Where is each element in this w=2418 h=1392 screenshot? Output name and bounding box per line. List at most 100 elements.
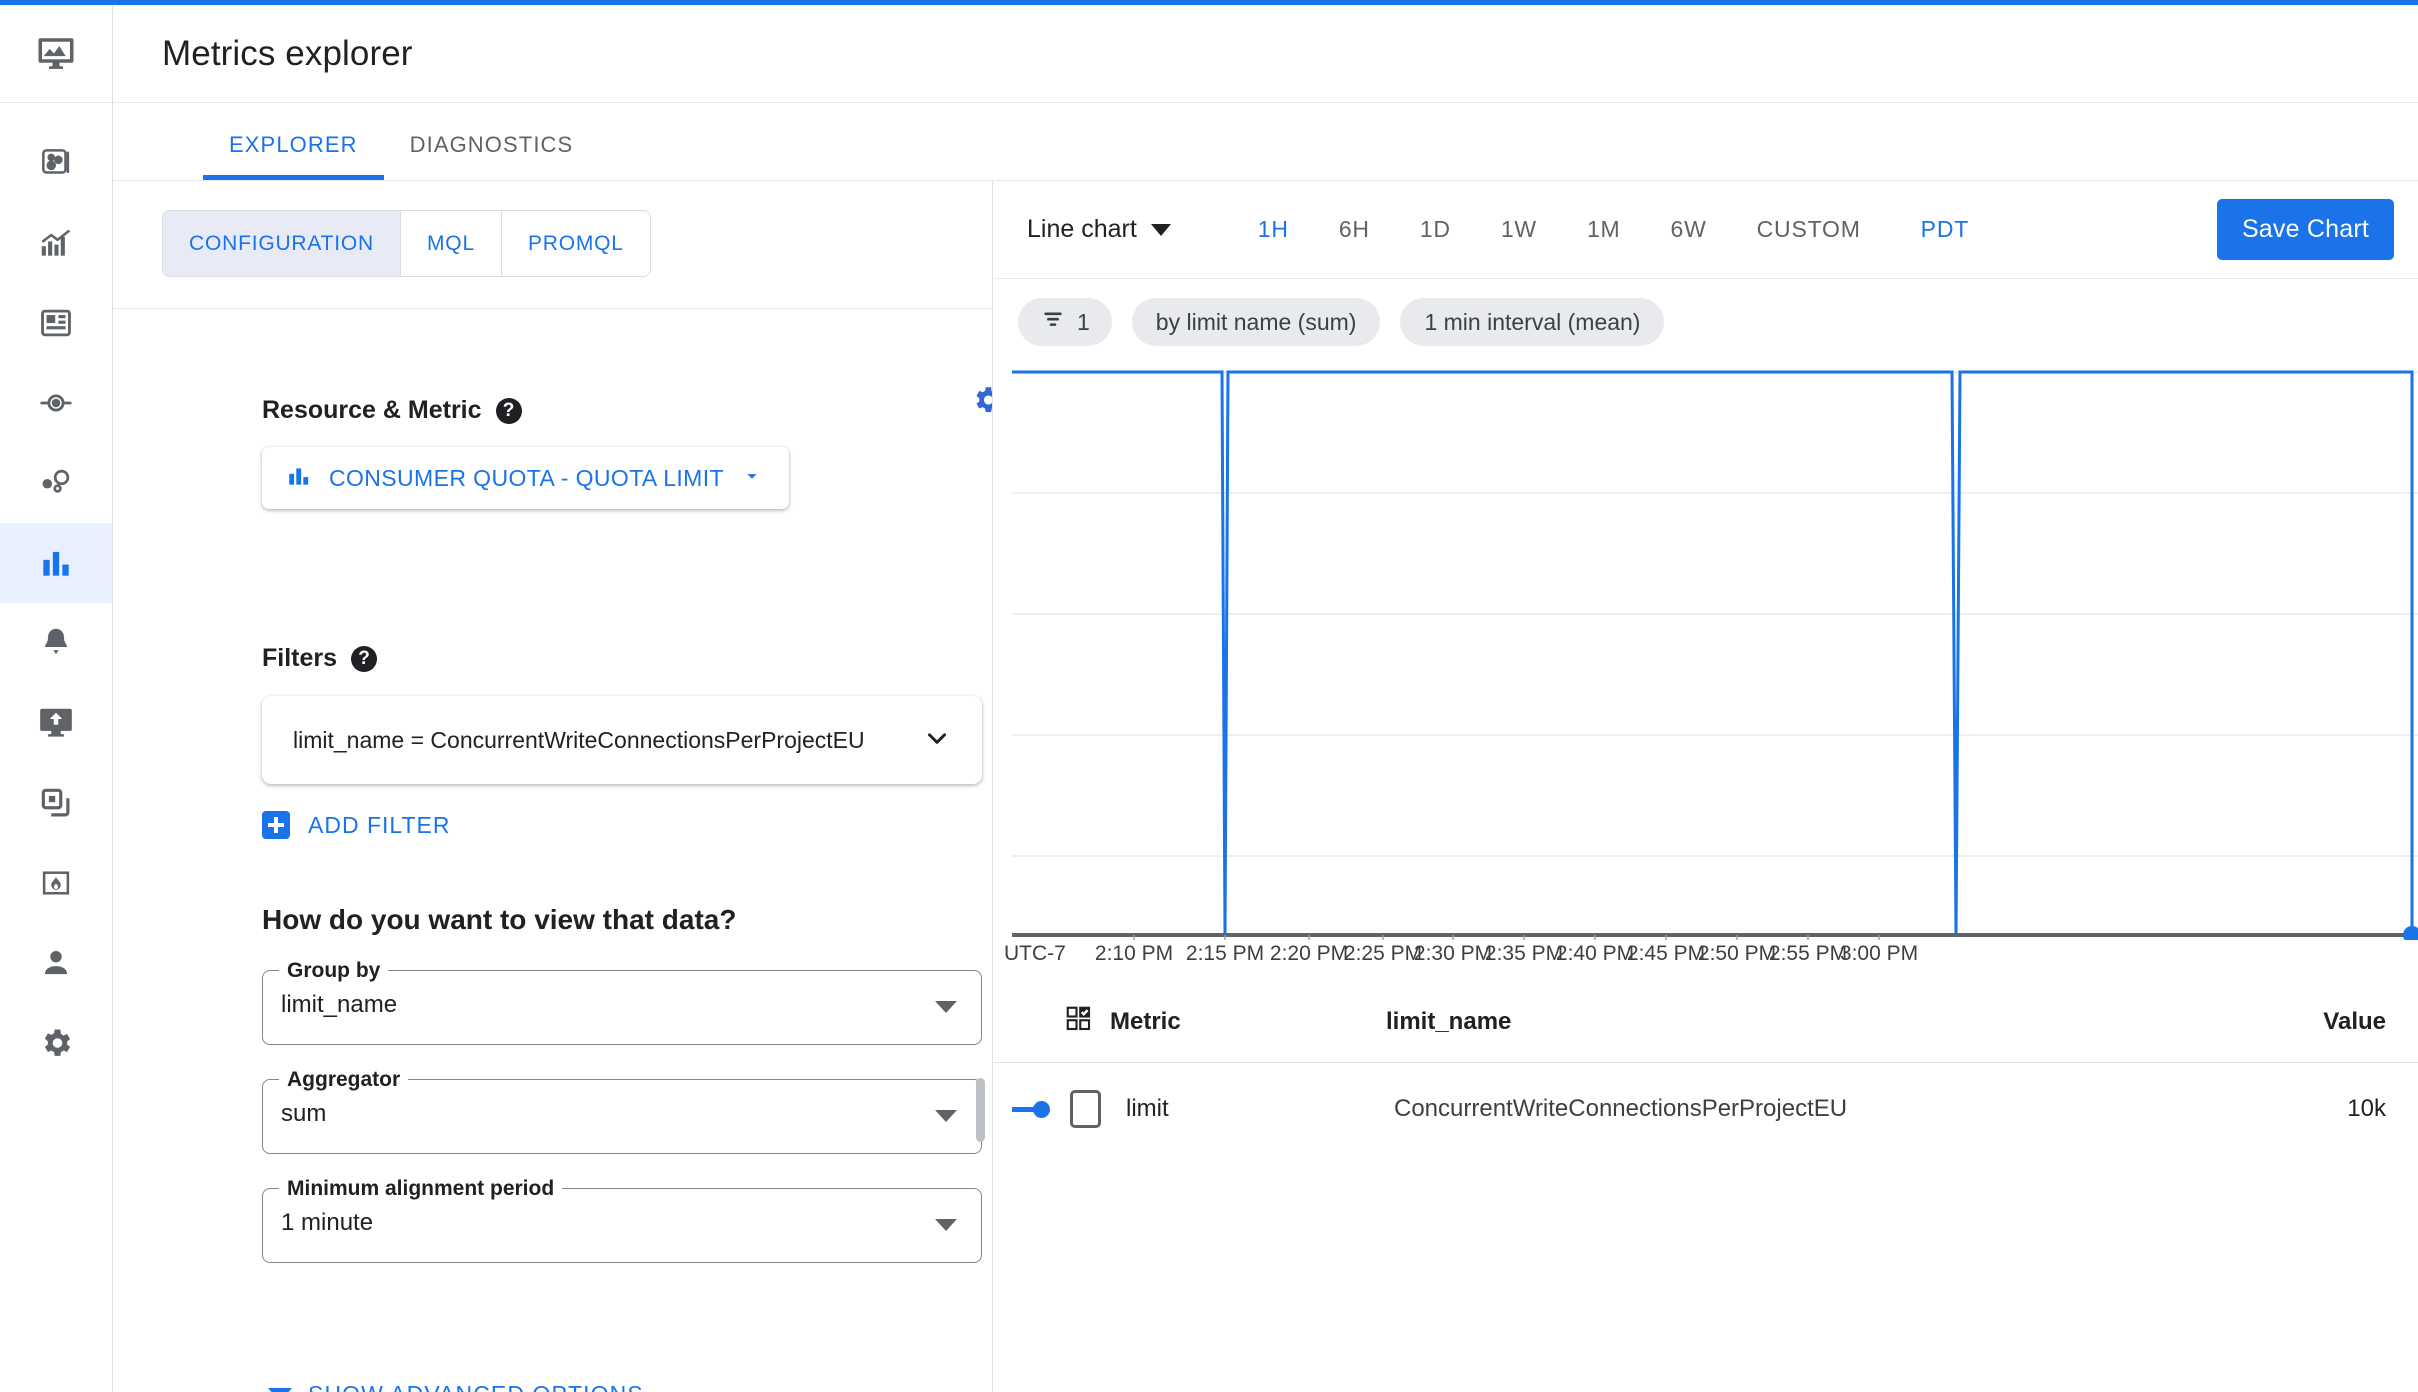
x-tick-3: 2:25 PM: [1343, 942, 1423, 965]
legend-row-checkbox[interactable]: [1070, 1090, 1101, 1128]
alignment-period-row: Minimum alignment period 1 minute ?: [262, 1177, 982, 1263]
help-icon[interactable]: ?: [351, 645, 378, 672]
legend-row[interactable]: limit ConcurrentWriteConnectionsPerProje…: [994, 1063, 2418, 1155]
time-range-group: 1H 6H 1D 1W 1M 6W CUSTOM PDT: [1233, 216, 1994, 243]
legend-header-limit-name: limit_name: [1386, 1007, 1512, 1035]
select-all-icon[interactable]: [1064, 1004, 1094, 1039]
x-tick-4: 2:30 PM: [1413, 942, 1493, 965]
sidebar-item-slo[interactable]: [0, 363, 112, 443]
left-nav-rail: [0, 5, 113, 1392]
group-by-select[interactable]: Group by limit_name: [262, 959, 982, 1045]
chart-panel: Line chart 1H 6H 1D 1W 1M 6W CUSTOM PDT …: [994, 181, 2418, 1392]
range-1d[interactable]: 1D: [1395, 216, 1476, 243]
range-1w[interactable]: 1W: [1476, 216, 1562, 243]
x-tick-0: 2:10 PM: [1094, 942, 1174, 965]
mode-configuration[interactable]: CONFIGURATION: [163, 211, 402, 276]
aggregator-row: Aggregator sum ?: [262, 1068, 982, 1154]
group-by-label: Group by: [279, 959, 389, 983]
sidebar-item-profiler[interactable]: [0, 843, 112, 923]
monitoring-chart-icon: [0, 5, 112, 103]
gear-icon[interactable]: [963, 376, 992, 424]
chart-svg: [1012, 370, 2418, 950]
resource-metric-label: Resource & Metric: [262, 396, 482, 424]
range-6h[interactable]: 6H: [1314, 216, 1395, 243]
legend-header-row: Metric limit_name Value: [994, 981, 2418, 1063]
mode-promql[interactable]: PROMQL: [501, 211, 650, 276]
sidebar-item-uptime-checks[interactable]: [0, 683, 112, 763]
legend-row-limit-name: ConcurrentWriteConnectionsPerProjectEU: [1394, 1095, 1848, 1122]
metric-selector-value: CONSUMER QUOTA - QUOTA LIMIT: [329, 464, 724, 491]
chevron-down-icon: [268, 1387, 292, 1392]
sidebar-item-user[interactable]: [0, 923, 112, 1003]
add-filter-button[interactable]: ADD FILTER: [262, 811, 450, 839]
legend-row-value: 10k: [2347, 1095, 2386, 1122]
page-header: Metrics explorer: [113, 5, 2418, 103]
sidebar-item-groups[interactable]: [0, 763, 112, 843]
group-by-chip[interactable]: by limit name (sum): [1131, 298, 1381, 346]
x-tick-6: 2:40 PM: [1555, 942, 1635, 965]
aggregator-value: sum: [281, 1100, 327, 1127]
range-1m[interactable]: 1M: [1562, 216, 1646, 243]
alignment-period-value: 1 minute: [281, 1209, 374, 1236]
resource-metric-label-row: Resource & Metric ?: [262, 396, 789, 425]
x-tick-5: 2:35 PM: [1484, 942, 1564, 965]
x-tick-2: 2:20 PM: [1269, 942, 1349, 965]
metric-selector-button[interactable]: CONSUMER QUOTA - QUOTA LIMIT: [262, 447, 789, 509]
alignment-period-select[interactable]: Minimum alignment period 1 minute: [262, 1177, 982, 1263]
tab-explorer[interactable]: EXPLORER: [203, 132, 384, 180]
show-advanced-options-label: SHOW ADVANCED OPTIONS: [308, 1381, 644, 1392]
bar-chart-icon: [286, 463, 312, 494]
alignment-period-label: Minimum alignment period: [279, 1177, 563, 1201]
chevron-down-icon: [1150, 223, 1171, 236]
view-data-section: How do you want to view that data? Group…: [262, 904, 982, 1263]
sidebar-item-alerting[interactable]: [0, 603, 112, 683]
sidebar-item-dashboards[interactable]: [0, 123, 112, 203]
config-mode-switcher: CONFIGURATION MQL PROMQL: [162, 210, 651, 277]
sidebar-item-overview[interactable]: [0, 283, 112, 363]
sidebar-item-metrics[interactable]: [0, 203, 112, 283]
x-tick-1: 2:15 PM: [1185, 942, 1265, 965]
x-tick-8: 2:50 PM: [1697, 942, 1777, 965]
show-advanced-options-button[interactable]: SHOW ADVANCED OPTIONS: [268, 1381, 644, 1392]
interval-chip[interactable]: 1 min interval (mean): [1400, 298, 1665, 346]
sidebar-item-services[interactable]: [0, 443, 112, 523]
config-panel-scrollbar[interactable]: [976, 1078, 985, 1142]
sidebar-item-settings[interactable]: [0, 1003, 112, 1083]
filter-icon: [1040, 306, 1066, 338]
range-1h[interactable]: 1H: [1233, 216, 1314, 243]
chevron-down-icon: [741, 465, 763, 492]
range-6w[interactable]: 6W: [1646, 216, 1732, 243]
view-data-heading: How do you want to view that data?: [262, 904, 737, 935]
timezone-button[interactable]: PDT: [1896, 216, 1994, 243]
add-filter-label: ADD FILTER: [308, 811, 451, 838]
legend-header-metric: Metric: [1110, 1007, 1181, 1035]
aggregator-select[interactable]: Aggregator sum: [262, 1068, 982, 1154]
legend-row-metric: limit: [1126, 1095, 1169, 1122]
chart-toolbar: Line chart 1H 6H 1D 1W 1M 6W CUSTOM PDT …: [994, 181, 2418, 279]
tab-diagnostics[interactable]: DIAGNOSTICS: [384, 132, 600, 180]
chart-chip-row: 1 by limit name (sum) 1 min interval (me…: [994, 279, 2418, 346]
chart-legend-table: Metric limit_name Value limit Concurrent…: [994, 980, 2418, 1155]
sidebar-item-metrics-explorer[interactable]: [0, 523, 112, 603]
save-chart-button[interactable]: Save Chart: [2216, 199, 2394, 260]
chart-type-dropdown[interactable]: Line chart: [1027, 215, 1171, 244]
x-tick-9: 2:55 PM: [1768, 942, 1848, 965]
chart-x-axis-labels: UTC-7 2:10 PM 2:15 PM 2:20 PM 2:25 PM 2:…: [994, 942, 2418, 980]
help-icon[interactable]: ?: [495, 397, 522, 424]
range-custom[interactable]: CUSTOM: [1732, 216, 1886, 243]
filter-item[interactable]: limit_name = ConcurrentWriteConnectionsP…: [262, 696, 982, 784]
line-chart: UTC-7 2:10 PM 2:15 PM 2:20 PM 2:25 PM 2:…: [994, 360, 2418, 980]
metrics-explorer-page: Metrics explorer EXPLORER DIAGNOSTICS CO…: [0, 0, 2418, 1392]
chart-series-limit: [1012, 370, 2414, 936]
page-title: Metrics explorer: [162, 33, 413, 73]
chevron-down-icon: [935, 1219, 957, 1231]
filter-count-chip[interactable]: 1: [1018, 298, 1112, 346]
chevron-down-icon: [935, 1110, 957, 1122]
chart-type-label: Line chart: [1027, 215, 1137, 243]
chart-plot-area: [1012, 360, 2418, 950]
filters-label: Filters: [262, 644, 338, 672]
mode-mql[interactable]: MQL: [401, 211, 502, 276]
filters-section: Filters ? limit_name = ConcurrentWriteCo…: [262, 644, 982, 844]
x-tick-7: 2:45 PM: [1626, 942, 1706, 965]
chevron-down-icon[interactable]: [922, 723, 952, 758]
